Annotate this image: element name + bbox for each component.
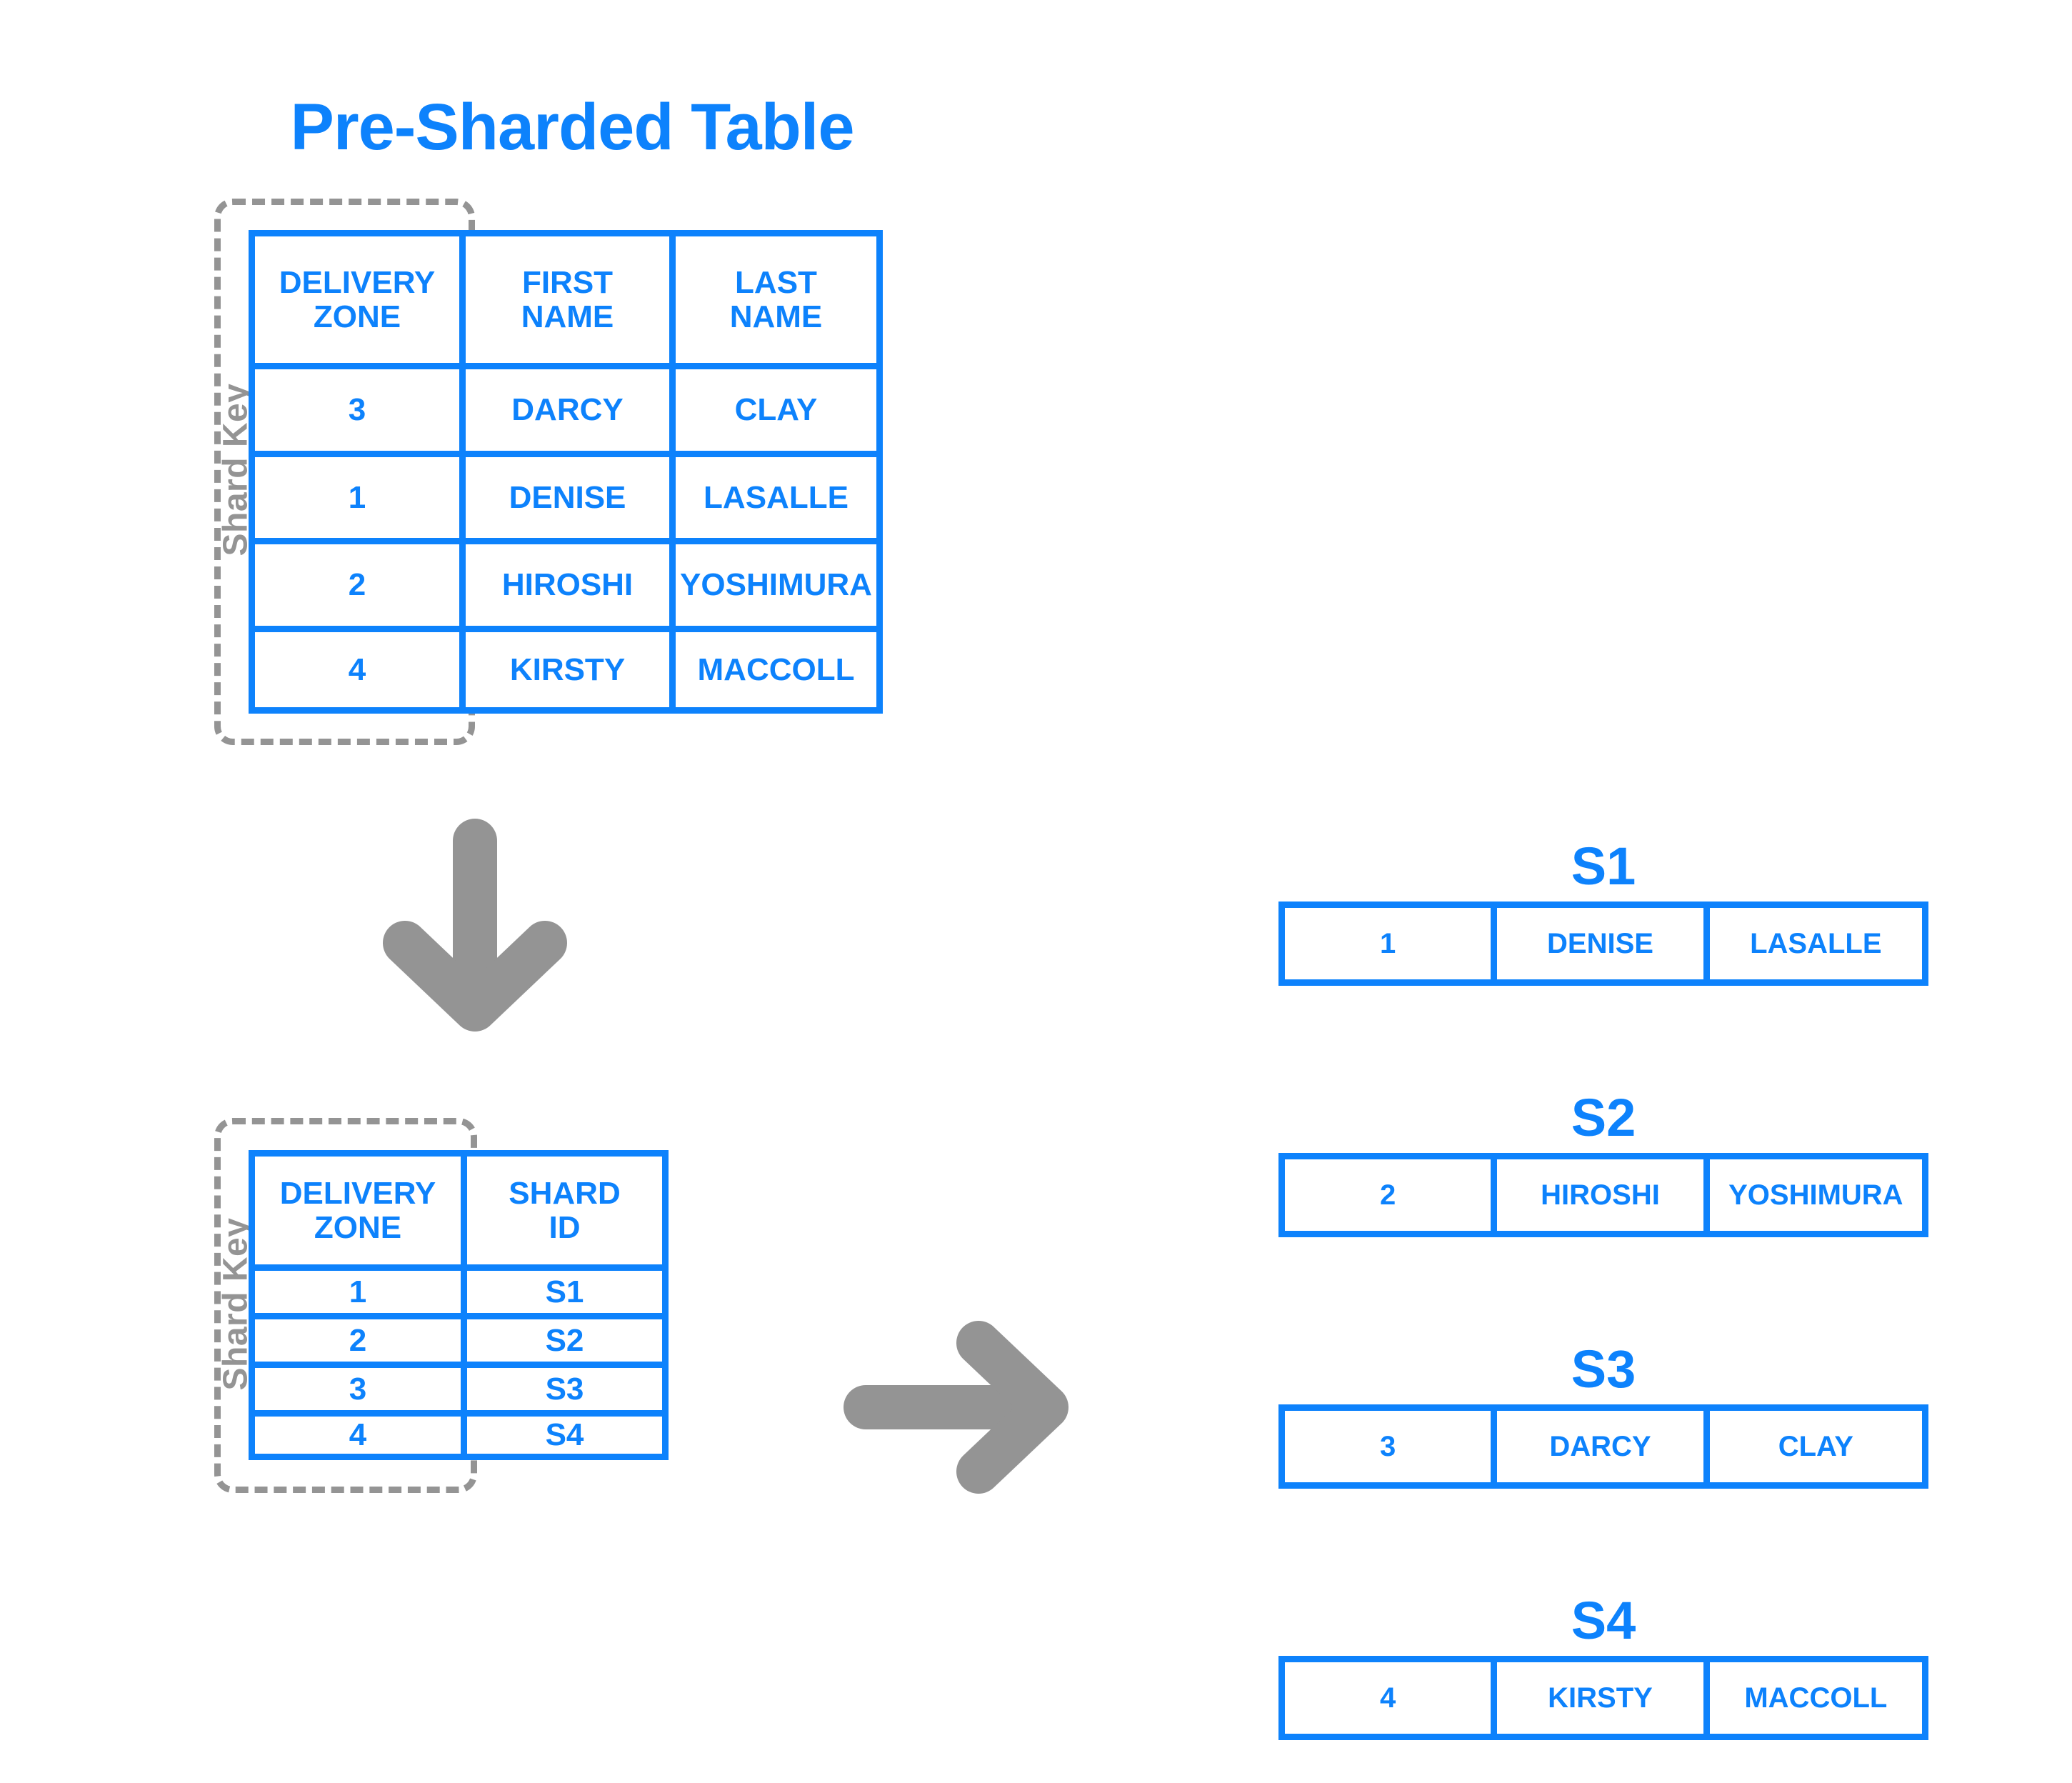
table-cell: KIRSTY	[466, 632, 676, 707]
presharded-table: DELIVERY ZONE FIRST NAME LAST NAME 3 DAR…	[249, 230, 883, 714]
header-cell-first-name: FIRST NAME	[466, 236, 676, 369]
table-cell: 2	[255, 544, 466, 632]
table-cell: S4	[545, 1417, 584, 1453]
header-line-2: ID	[549, 1209, 581, 1245]
shard-cell-last-name: CLAY	[1778, 1430, 1853, 1462]
table-cell: 3	[255, 369, 466, 457]
table-cell: S3	[467, 1368, 662, 1417]
shard-cell-zone: 1	[1285, 908, 1498, 979]
header-line-2: ZONE	[314, 1209, 402, 1245]
table-cell: 1	[255, 457, 466, 544]
table-cell: DENISE	[466, 457, 676, 544]
table-cell: 1	[255, 1271, 467, 1319]
header-line-1: DELIVERY	[279, 1175, 436, 1211]
table-cell: HIROSHI	[466, 544, 676, 632]
table-cell: MACCOLL	[697, 651, 855, 687]
shard-row: 4 KIRSTY MACCOLL	[1278, 1656, 1928, 1740]
header-cell-delivery-zone: DELIVERY ZONE	[255, 236, 466, 369]
down-arrow-icon	[379, 818, 571, 1032]
header-line-2: NAME	[729, 299, 823, 334]
header-line-1: FIRST	[521, 264, 614, 300]
table-cell: 2	[255, 1319, 467, 1368]
shard-label: S1	[1571, 836, 1636, 896]
shard-cell-last-name: MACCOLL	[1744, 1682, 1888, 1714]
shard-label: S2	[1571, 1088, 1636, 1147]
shard-row: 1 DENISE LASALLE	[1278, 902, 1928, 986]
header-line-2: NAME	[521, 299, 614, 334]
table-cell: 4	[255, 632, 466, 707]
header-line-1: LAST	[735, 264, 817, 300]
table-cell: YOSHIMURA	[676, 544, 876, 632]
header-line-1: SHARD	[509, 1175, 621, 1211]
shard-cell-last-name: LASALLE	[1750, 927, 1882, 959]
header-cell-shard-id: SHARD ID	[467, 1157, 662, 1271]
table-cell: CLAY	[676, 369, 876, 457]
shard-label: S4	[1571, 1591, 1636, 1650]
table-cell: S2	[467, 1319, 662, 1368]
header-cell-last-name: LAST NAME	[676, 236, 876, 369]
table-cell: 4	[255, 1417, 467, 1454]
shard-cell-last-name: YOSHIMURA	[1728, 1179, 1903, 1211]
header-cell-delivery-zone: DELIVERY ZONE	[255, 1157, 467, 1271]
shard-cell-first-name: KIRSTY	[1497, 1662, 1710, 1734]
shard-row: 2 HIROSHI YOSHIMURA	[1278, 1153, 1928, 1237]
table-cell: DARCY	[466, 369, 676, 457]
table-cell: LASALLE	[676, 457, 876, 544]
header-line-2: ZONE	[313, 299, 401, 334]
shard-cell-zone: 3	[1285, 1411, 1498, 1482]
table-cell: 3	[255, 1368, 467, 1417]
shard-cell-first-name: HIROSHI	[1497, 1159, 1710, 1231]
shard-cell-zone: 2	[1285, 1159, 1498, 1231]
right-arrow-icon	[843, 1318, 1086, 1497]
shard-cell-zone: 4	[1285, 1662, 1498, 1734]
shard-cell-first-name: DARCY	[1497, 1411, 1710, 1482]
shard-label: S3	[1571, 1339, 1636, 1399]
shard-map-table: DELIVERY ZONE SHARD ID 1 S1 2 S2 3 S3 4 …	[249, 1150, 669, 1460]
table-cell: S1	[467, 1271, 662, 1319]
shard-row: 3 DARCY CLAY	[1278, 1404, 1928, 1489]
shard-cell-first-name: DENISE	[1497, 908, 1710, 979]
header-line-1: DELIVERY	[279, 264, 436, 300]
page-title: Pre-Sharded Table	[290, 91, 854, 164]
